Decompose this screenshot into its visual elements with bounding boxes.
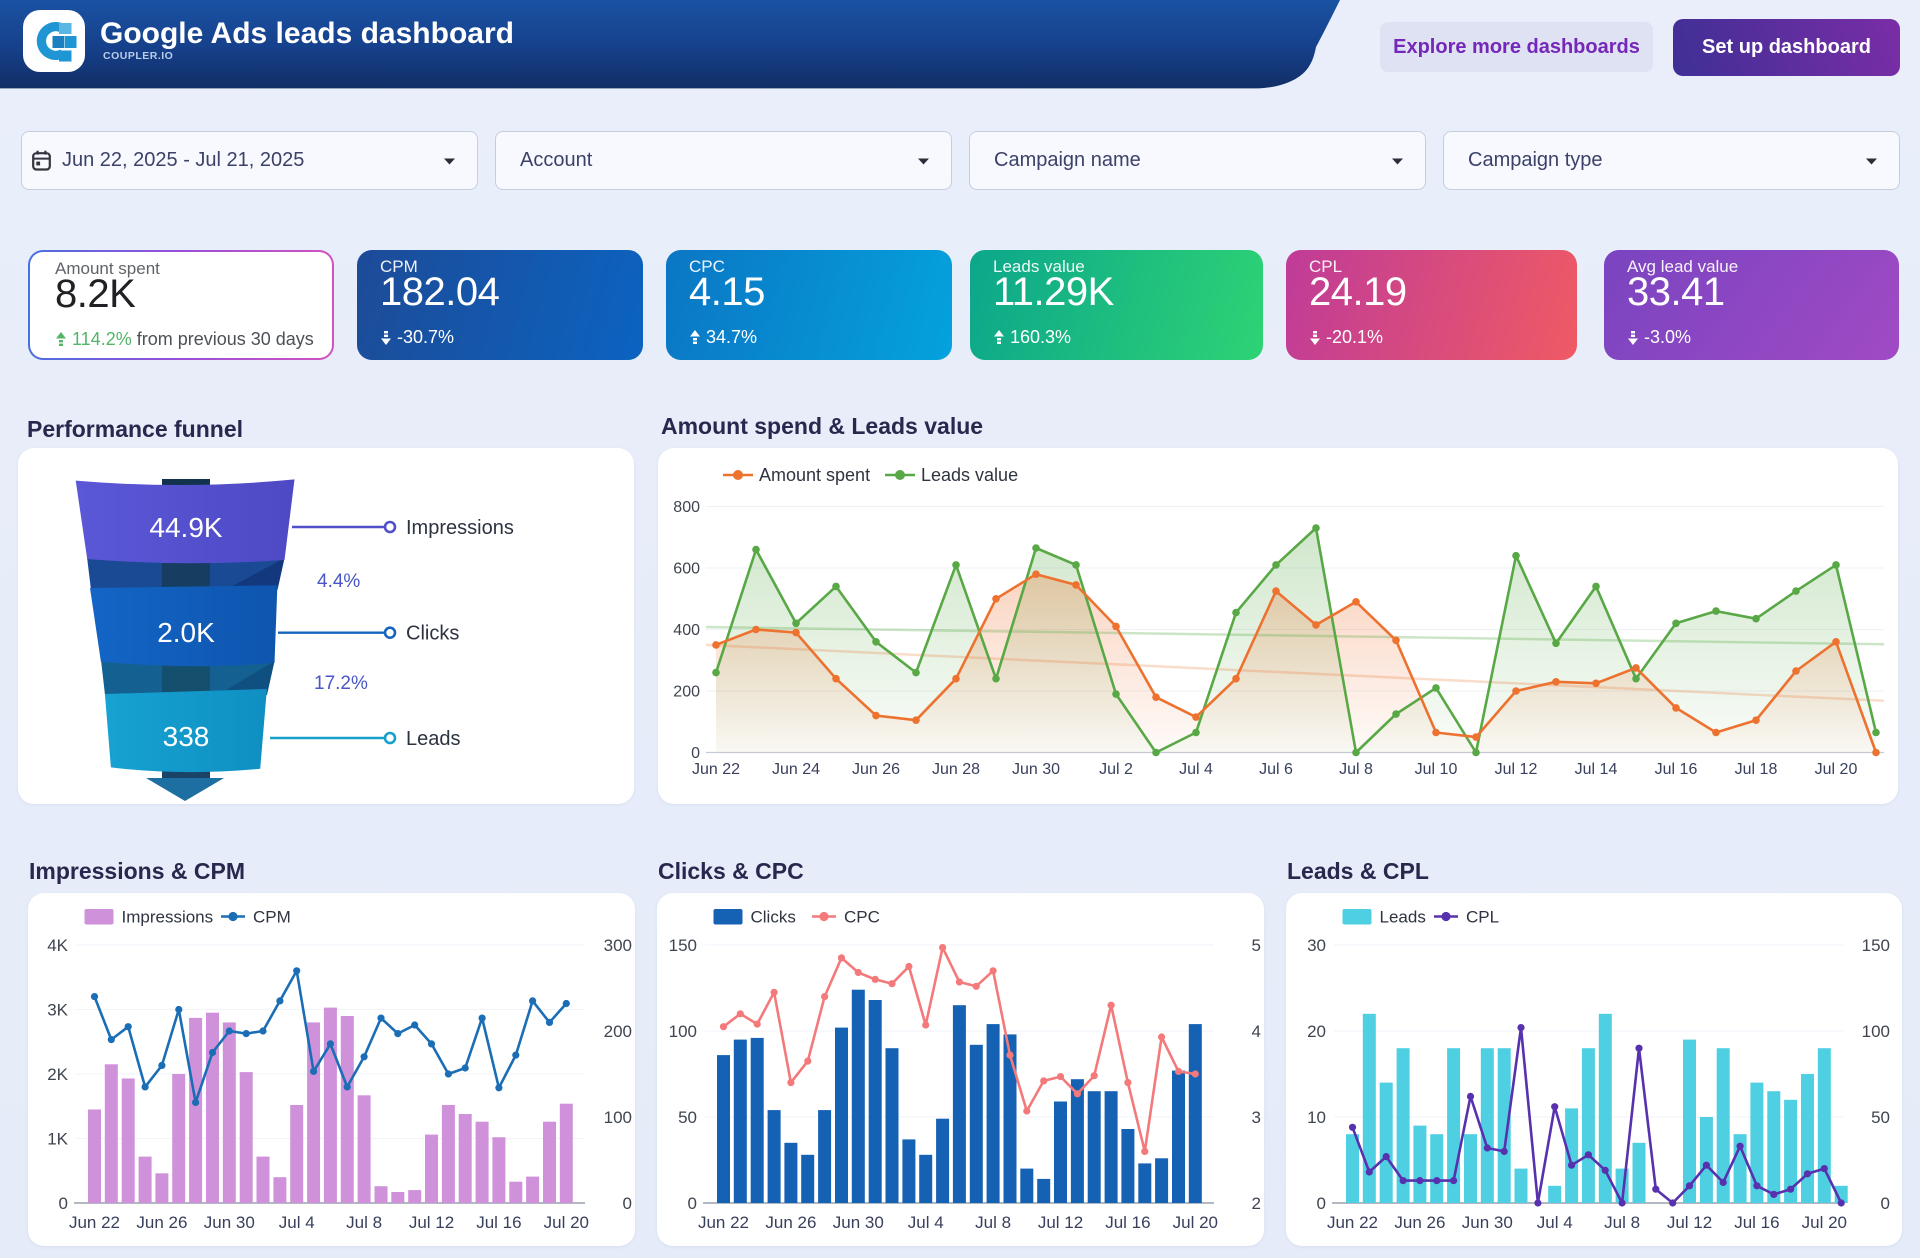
svg-text:Jul 12: Jul 12 xyxy=(1666,1213,1711,1232)
svg-text:50: 50 xyxy=(678,1108,697,1127)
svg-text:Jun 30: Jun 30 xyxy=(203,1213,254,1232)
svg-text:Jul 4: Jul 4 xyxy=(278,1213,314,1232)
svg-text:150: 150 xyxy=(668,936,696,955)
svg-text:3K: 3K xyxy=(47,1001,68,1020)
svg-text:Jul 4: Jul 4 xyxy=(907,1213,943,1232)
svg-text:4: 4 xyxy=(1251,1022,1260,1041)
svg-text:Jul 8: Jul 8 xyxy=(975,1213,1011,1232)
svg-text:200: 200 xyxy=(603,1022,631,1041)
svg-text:10: 10 xyxy=(1307,1108,1326,1127)
svg-text:3: 3 xyxy=(1251,1108,1260,1127)
svg-text:Jun 22: Jun 22 xyxy=(68,1213,119,1232)
svg-text:0: 0 xyxy=(687,1194,696,1213)
svg-text:CPC: CPC xyxy=(844,908,880,927)
svg-text:2.0K: 2.0K xyxy=(157,617,215,648)
svg-text:Jul 20: Jul 20 xyxy=(1801,1213,1846,1232)
svg-text:Jul 2: Jul 2 xyxy=(1099,761,1133,778)
svg-text:30: 30 xyxy=(1307,936,1326,955)
svg-text:CPL: CPL xyxy=(1466,908,1499,927)
svg-text:100: 100 xyxy=(1861,1022,1889,1041)
svg-text:Jul 16: Jul 16 xyxy=(1734,1213,1779,1232)
svg-text:Jul 18: Jul 18 xyxy=(1735,761,1778,778)
svg-text:Jul 20: Jul 20 xyxy=(1172,1213,1217,1232)
svg-text:Jul 12: Jul 12 xyxy=(1037,1213,1082,1232)
svg-text:CPM: CPM xyxy=(253,908,291,927)
svg-text:4K: 4K xyxy=(47,936,68,955)
svg-text:Jun 26: Jun 26 xyxy=(136,1213,187,1232)
svg-text:Jul 10: Jul 10 xyxy=(1415,761,1458,778)
svg-text:Jul 8: Jul 8 xyxy=(346,1213,382,1232)
svg-text:0: 0 xyxy=(58,1194,67,1213)
svg-text:Impressions: Impressions xyxy=(406,517,514,539)
svg-text:800: 800 xyxy=(673,499,700,516)
svg-text:Leads value: Leads value xyxy=(921,465,1018,485)
svg-text:200: 200 xyxy=(673,684,700,701)
svg-text:Jul 6: Jul 6 xyxy=(1259,761,1293,778)
svg-text:600: 600 xyxy=(673,561,700,578)
svg-text:50: 50 xyxy=(1871,1108,1890,1127)
svg-text:4.4%: 4.4% xyxy=(317,571,360,592)
svg-text:150: 150 xyxy=(1861,936,1889,955)
svg-text:17.2%: 17.2% xyxy=(314,673,368,694)
svg-text:Impressions: Impressions xyxy=(121,908,213,927)
svg-text:100: 100 xyxy=(603,1108,631,1127)
svg-text:Jun 22: Jun 22 xyxy=(697,1213,748,1232)
svg-text:338: 338 xyxy=(163,721,210,752)
svg-text:Jun 22: Jun 22 xyxy=(692,761,740,778)
svg-text:Jun 30: Jun 30 xyxy=(832,1213,883,1232)
svg-text:100: 100 xyxy=(668,1022,696,1041)
svg-text:Jul 4: Jul 4 xyxy=(1179,761,1213,778)
svg-text:0: 0 xyxy=(691,745,700,762)
svg-text:Jul 8: Jul 8 xyxy=(1604,1213,1640,1232)
svg-text:400: 400 xyxy=(673,622,700,639)
svg-text:2: 2 xyxy=(1251,1194,1260,1213)
svg-text:Jul 20: Jul 20 xyxy=(543,1213,588,1232)
svg-text:Jun 26: Jun 26 xyxy=(1394,1213,1445,1232)
svg-text:2K: 2K xyxy=(47,1065,68,1084)
svg-text:5: 5 xyxy=(1251,936,1260,955)
svg-text:Jun 22: Jun 22 xyxy=(1326,1213,1377,1232)
svg-text:Jul 12: Jul 12 xyxy=(1495,761,1538,778)
svg-text:Clicks: Clicks xyxy=(750,908,795,927)
svg-text:Jul 12: Jul 12 xyxy=(408,1213,453,1232)
svg-text:Jun 26: Jun 26 xyxy=(852,761,900,778)
svg-text:Jul 14: Jul 14 xyxy=(1575,761,1618,778)
svg-text:Jun 30: Jun 30 xyxy=(1012,761,1060,778)
svg-text:0: 0 xyxy=(622,1194,631,1213)
svg-text:Leads: Leads xyxy=(1379,908,1425,927)
svg-text:Jun 26: Jun 26 xyxy=(765,1213,816,1232)
svg-text:0: 0 xyxy=(1880,1194,1889,1213)
svg-text:44.9K: 44.9K xyxy=(149,512,222,543)
svg-text:Leads: Leads xyxy=(406,728,461,750)
svg-text:Jul 16: Jul 16 xyxy=(1105,1213,1150,1232)
svg-text:Amount spent: Amount spent xyxy=(759,465,870,485)
svg-text:Jul 20: Jul 20 xyxy=(1815,761,1858,778)
svg-text:300: 300 xyxy=(603,936,631,955)
svg-text:Jul 16: Jul 16 xyxy=(1655,761,1698,778)
svg-text:Jul 8: Jul 8 xyxy=(1339,761,1373,778)
svg-text:Jun 28: Jun 28 xyxy=(932,761,980,778)
svg-text:Jun 24: Jun 24 xyxy=(772,761,820,778)
svg-text:Jul 4: Jul 4 xyxy=(1536,1213,1572,1232)
svg-text:Jul 16: Jul 16 xyxy=(476,1213,521,1232)
svg-text:0: 0 xyxy=(1316,1194,1325,1213)
svg-text:1K: 1K xyxy=(47,1130,68,1149)
svg-text:Jun 30: Jun 30 xyxy=(1461,1213,1512,1232)
svg-text:20: 20 xyxy=(1307,1022,1326,1041)
svg-text:Clicks: Clicks xyxy=(406,623,459,645)
